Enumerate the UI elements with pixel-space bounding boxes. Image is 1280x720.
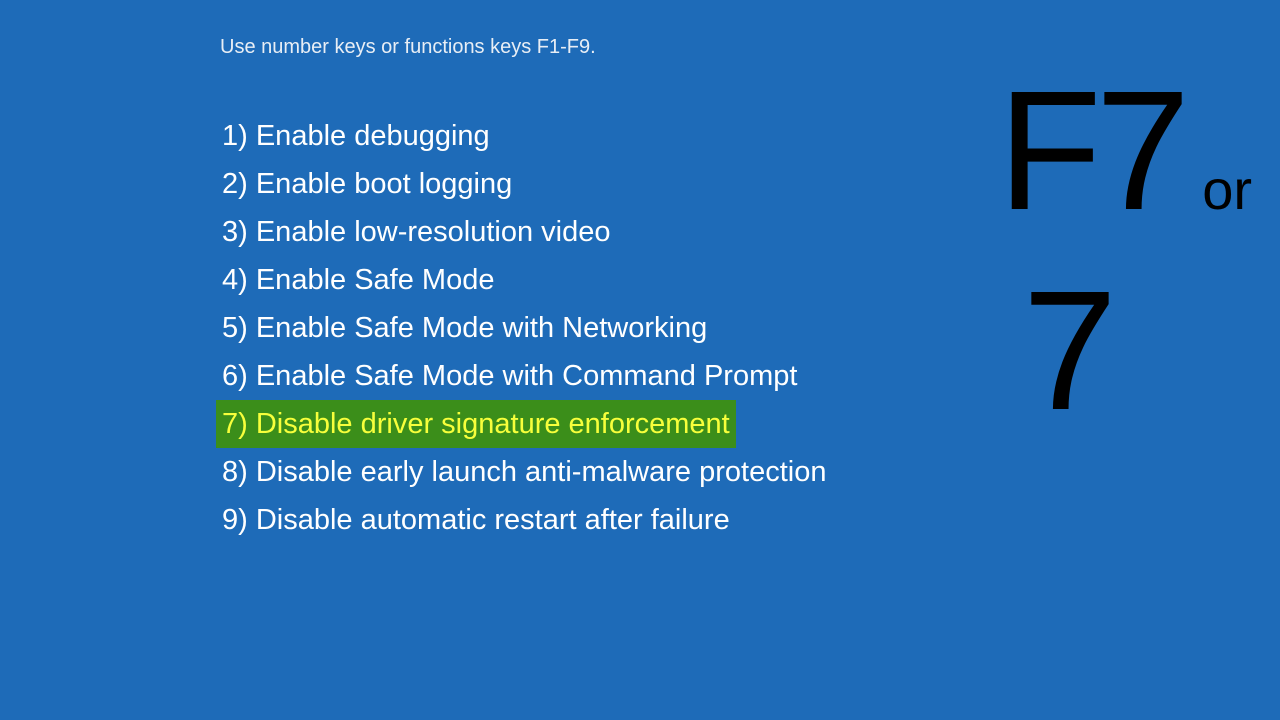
startup-settings-menu: 1) Enable debugging 2) Enable boot loggi… xyxy=(216,112,832,544)
key-hint-7: 7 xyxy=(998,266,1142,436)
menu-item-9[interactable]: 9) Disable automatic restart after failu… xyxy=(216,496,832,544)
menu-item-7[interactable]: 7) Disable driver signature enforcement xyxy=(216,400,736,448)
menu-item-1[interactable]: 1) Enable debugging xyxy=(216,112,832,160)
key-hint-f7: F7 xyxy=(998,66,1184,236)
menu-item-6[interactable]: 6) Enable Safe Mode with Command Prompt xyxy=(216,352,832,400)
menu-item-5[interactable]: 5) Enable Safe Mode with Networking xyxy=(216,304,832,352)
menu-item-4[interactable]: 4) Enable Safe Mode xyxy=(216,256,832,304)
key-hint-or: or xyxy=(1202,157,1252,222)
menu-item-3[interactable]: 3) Enable low-resolution video xyxy=(216,208,832,256)
key-hint-overlay: F7 or 7 xyxy=(998,66,1252,436)
menu-item-2[interactable]: 2) Enable boot logging xyxy=(216,160,832,208)
menu-item-8[interactable]: 8) Disable early launch anti-malware pro… xyxy=(216,448,832,496)
instruction-text: Use number keys or functions keys F1-F9. xyxy=(220,36,596,59)
